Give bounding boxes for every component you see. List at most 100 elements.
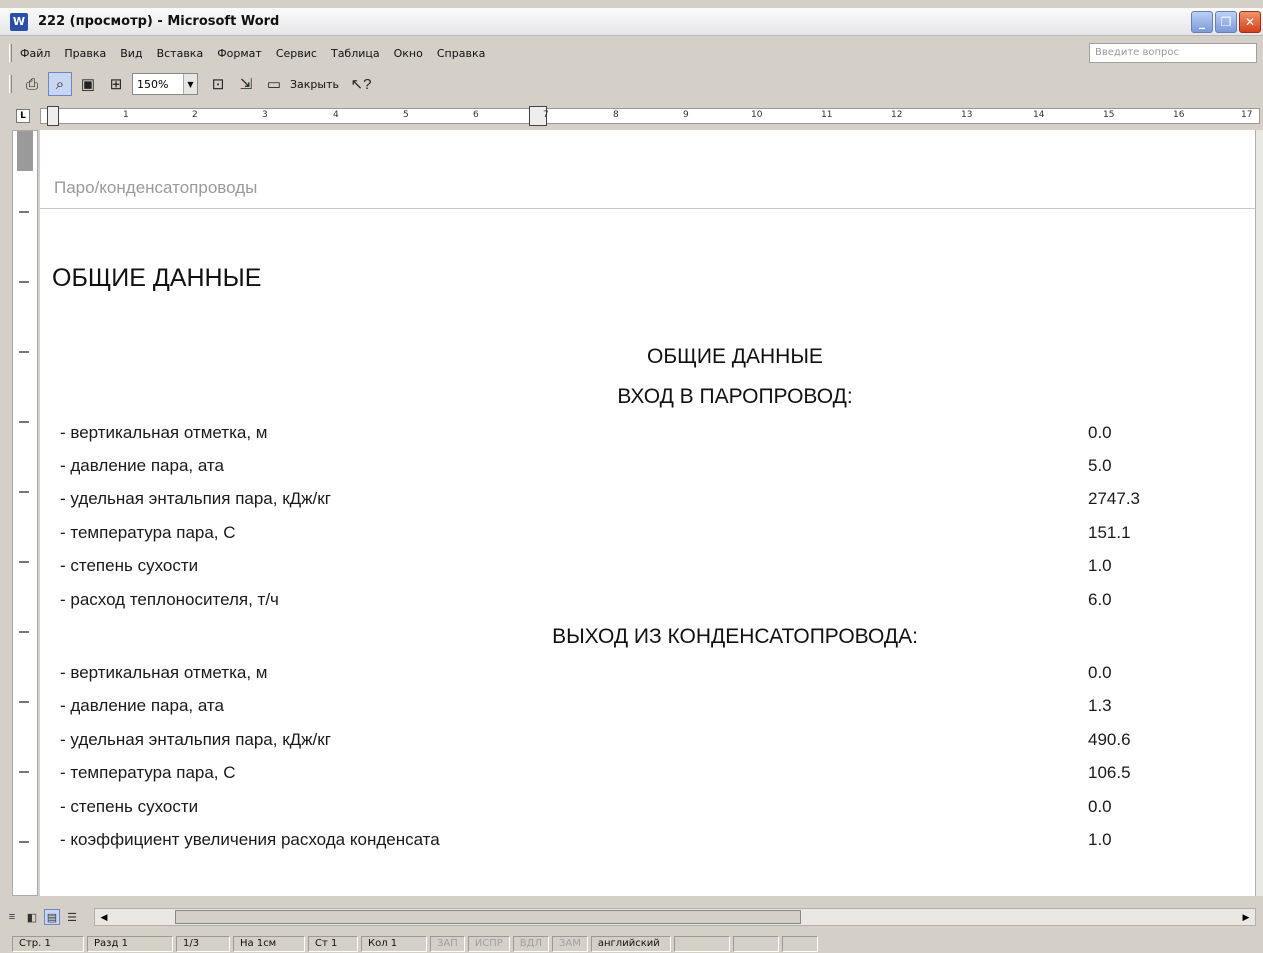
row-label: - вертикальная отметка, м [60, 663, 268, 682]
view-ruler-icon[interactable]: ⊡ [206, 72, 230, 96]
document-title: ОБЩИЕ ДАННЫЕ [52, 264, 262, 292]
menu-file[interactable]: Файл [20, 47, 50, 60]
status-empty-cell [732, 935, 779, 952]
status-overtype[interactable]: ЗАМ [552, 935, 588, 952]
restore-icon[interactable]: ❐ [1215, 11, 1237, 33]
ruler-number: 10 [751, 110, 763, 120]
outlet-heading: ВЫХОД ИЗ КОНДЕНСАТОПРОВОДА: [552, 625, 918, 648]
ruler-number: 12 [891, 110, 903, 120]
ask-question-input[interactable]: Введите вопрос [1089, 43, 1257, 63]
status-empty-cell [673, 935, 730, 952]
document-page[interactable]: Паро/конденсатопроводы ОБЩИЕ ДАННЫЕ ОБЩИ… [40, 130, 1255, 896]
scrollbar-thumb[interactable] [175, 910, 801, 924]
scroll-left-icon[interactable]: ◀ [96, 910, 112, 924]
horizontal-scrollbar[interactable]: ◀ ▶ [94, 908, 1256, 926]
chevron-down-icon[interactable]: ▼ [183, 74, 197, 94]
inlet-row: - удельная энтальпия пара, кДж/кг 2747.3 [60, 489, 1160, 519]
row-value: 2747.3 [1088, 489, 1140, 508]
word-window: W 222 (просмотр) - Microsoft Word _ ❐ ✕ … [0, 0, 1263, 953]
scroll-right-icon[interactable]: ▶ [1238, 910, 1254, 924]
minimize-icon[interactable]: _ [1191, 11, 1213, 33]
ruler-number: 8 [613, 110, 619, 120]
vertical-ruler-tick [19, 631, 29, 633]
multiple-pages-icon[interactable]: ⊞ [104, 72, 128, 96]
row-value: 151.1 [1088, 523, 1131, 542]
ruler-number: 3 [262, 110, 268, 120]
status-rec[interactable]: ЗАП [430, 935, 465, 952]
menu-view[interactable]: Вид [120, 47, 142, 60]
menu-insert[interactable]: Вставка [157, 47, 204, 60]
inlet-row: - вертикальная отметка, м 0.0 [60, 423, 1160, 453]
row-value: 0.0 [1088, 663, 1112, 682]
vertical-ruler-tick [19, 281, 29, 283]
close-preview-button[interactable]: Закрыть [290, 78, 339, 91]
vertical-ruler-tick [19, 701, 29, 703]
row-label: - температура пара, С [60, 763, 236, 782]
print-icon[interactable]: ⎙ [20, 72, 44, 96]
ruler-number: 16 [1173, 110, 1185, 120]
outlet-row: - давление пара, ата 1.3 [60, 696, 1160, 726]
row-label: - удельная энтальпия пара, кДж/кг [60, 489, 331, 508]
zoom-select[interactable]: 150% ▼ [132, 73, 198, 95]
ruler-number: 5 [403, 110, 409, 120]
print-layout-icon[interactable]: ▤ [44, 909, 60, 925]
ruler-number: 13 [961, 110, 973, 120]
shrink-to-fit-icon[interactable]: ⇲ [234, 72, 258, 96]
full-screen-icon[interactable]: ▭ [262, 72, 286, 96]
normal-view-icon[interactable]: ≡ [4, 909, 20, 925]
ruler-number: 6 [473, 110, 479, 120]
row-label: - давление пара, ата [60, 696, 224, 715]
title-bar: W 222 (просмотр) - Microsoft Word _ ❐ ✕ [0, 8, 1263, 36]
vertical-ruler-tick [19, 561, 29, 563]
magnifier-icon[interactable]: ⌕ [48, 72, 72, 96]
outlet-row: - удельная энтальпия пара, кДж/кг 490.6 [60, 730, 1160, 760]
vertical-ruler-tick [19, 351, 29, 353]
vertical-ruler-tick [19, 491, 29, 493]
view-bar: ≡ ◧ ▤ ☰ ◀ ▶ [0, 904, 1263, 930]
row-value: 1.0 [1088, 830, 1112, 849]
ruler-number: 11 [821, 110, 833, 120]
outline-view-icon[interactable]: ☰ [64, 909, 80, 925]
inlet-row: - степень сухости 1.0 [60, 556, 1160, 586]
tab-selector-icon[interactable]: L [16, 109, 30, 123]
status-line: Ст 1 [308, 935, 358, 952]
menu-grip[interactable] [9, 44, 12, 62]
web-view-icon[interactable]: ◧ [24, 909, 40, 925]
vertical-ruler-margin [17, 131, 33, 171]
close-icon[interactable]: ✕ [1239, 11, 1261, 33]
page-header-text: Паро/конденсатопроводы [54, 178, 258, 197]
menu-window[interactable]: Окно [394, 47, 423, 60]
one-page-icon[interactable]: ▣ [76, 72, 100, 96]
menu-edit[interactable]: Правка [64, 47, 106, 60]
outlet-row: - вертикальная отметка, м 0.0 [60, 663, 1160, 693]
status-empty-cell [781, 935, 818, 952]
ruler-number: 15 [1103, 110, 1115, 120]
status-track-changes[interactable]: ИСПР [467, 935, 510, 952]
row-label: - удельная энтальпия пара, кДж/кг [60, 730, 331, 749]
vertical-ruler[interactable] [12, 130, 38, 896]
status-extend[interactable]: ВДЛ [512, 935, 549, 952]
row-value: 106.5 [1088, 763, 1131, 782]
inlet-heading: ВХОД В ПАРОПРОВОД: [617, 385, 853, 408]
word-app-icon[interactable]: W [10, 12, 28, 31]
status-pages: 1/3 [176, 935, 230, 952]
horizontal-ruler[interactable]: 1 2 3 4 5 6 7 8 9 10 11 12 13 14 15 16 1… [40, 106, 1260, 126]
context-help-icon[interactable]: ↖? [349, 72, 373, 96]
toolbar-grip[interactable] [9, 75, 12, 93]
menu-format[interactable]: Формат [217, 47, 262, 60]
menu-table[interactable]: Таблица [331, 47, 380, 60]
window-title: 222 (просмотр) - Microsoft Word [38, 14, 280, 29]
menu-help[interactable]: Справка [437, 47, 485, 60]
row-label: - степень сухости [60, 797, 199, 816]
menu-tools[interactable]: Сервис [276, 47, 317, 60]
row-label: - расход теплоносителя, т/ч [60, 590, 279, 609]
vertical-ruler-tick [19, 841, 29, 843]
vertical-ruler-tick [19, 771, 29, 773]
left-indent-marker[interactable] [47, 106, 59, 126]
ruler-number: 2 [192, 110, 198, 120]
zoom-value: 150% [137, 77, 169, 91]
ruler-number: 17 [1241, 110, 1253, 120]
row-value: 490.6 [1088, 730, 1131, 749]
row-value: 0.0 [1088, 797, 1112, 816]
vertical-scrollbar[interactable] [1255, 130, 1263, 896]
